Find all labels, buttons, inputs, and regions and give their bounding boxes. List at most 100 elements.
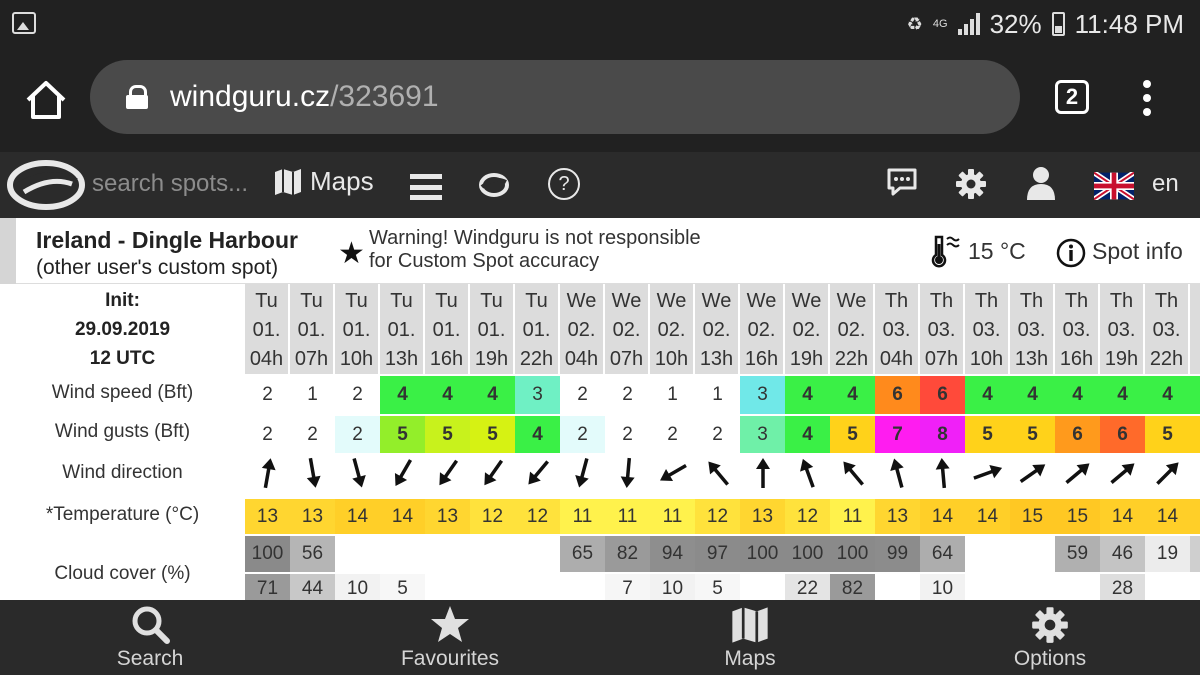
- map-icon: [275, 168, 301, 195]
- cloud-cover-mid-cell: 7: [605, 574, 650, 600]
- wind-speed-cell: 2: [605, 376, 650, 414]
- header-date: 03.: [1152, 319, 1181, 341]
- cloud-cover-high-cell: [335, 536, 380, 572]
- forecast-column-header: Tu 01. 04h: [245, 284, 288, 374]
- cloud-cover-high-cell: 99: [875, 536, 920, 572]
- nav-search[interactable]: Search: [70, 600, 230, 675]
- nav-maps[interactable]: Maps: [670, 600, 830, 675]
- wind-speed-cell: 6: [875, 376, 920, 414]
- forecast-column-header: Tu 01. 16h: [425, 284, 468, 374]
- help-icon[interactable]: ?: [548, 168, 580, 200]
- uk-flag-icon[interactable]: [1094, 172, 1134, 200]
- temperature-cell: 11: [605, 499, 650, 534]
- header-day: Th: [1019, 290, 1044, 312]
- cloud-cover-mid-cell: 10: [920, 574, 965, 600]
- temperature-cell: 14: [380, 499, 425, 534]
- init-label: Init:: [105, 290, 140, 311]
- wind-speed-cell: 4: [470, 376, 515, 414]
- temperature-cell: 14: [965, 499, 1010, 534]
- init-info: Init: 29.09.2019 12 UTC: [0, 286, 245, 373]
- header-date: 02.: [837, 319, 866, 341]
- wind-direction-arrow-icon: [245, 454, 290, 492]
- temperature-cell: 13: [290, 499, 335, 534]
- header-date: 03.: [972, 319, 1001, 341]
- wind-gust-cell: 2: [695, 416, 740, 453]
- custom-spot-warning: Warning! Windguru is not responsible for…: [369, 227, 701, 273]
- tab-switcher-button[interactable]: 2: [1055, 80, 1089, 114]
- favourite-star-icon[interactable]: ★: [338, 236, 365, 271]
- header-day: We: [611, 290, 642, 312]
- wind-gust-cell: 7: [875, 416, 920, 453]
- gallery-notification-icon: [12, 12, 36, 34]
- home-icon[interactable]: [24, 78, 68, 122]
- wind-direction-arrow-icon: [785, 454, 830, 492]
- cloud-cover-high-cell: [380, 536, 425, 572]
- language-code[interactable]: en: [1152, 170, 1179, 198]
- chat-icon[interactable]: [886, 166, 918, 198]
- wind-direction-arrow-icon: [1010, 454, 1055, 492]
- cloud-cover-high-cell: [425, 536, 470, 572]
- maps-link[interactable]: Maps: [274, 166, 374, 197]
- wind-speed-cell: 4: [965, 376, 1010, 414]
- wind-gust-cell: 3: [740, 416, 785, 453]
- nav-favourites[interactable]: Favourites: [370, 600, 530, 675]
- temperature-cell: 13: [875, 499, 920, 534]
- battery-icon: [1051, 12, 1065, 36]
- spot-bar: Ireland - Dingle Harbour (other user's c…: [0, 218, 1200, 284]
- wind-speed-cell: 3: [740, 376, 785, 414]
- cloud-cover-mid-cell: [1010, 574, 1055, 600]
- wind-direction-arrow-icon: [1190, 454, 1200, 492]
- cloud-cover-high-cell: 100: [830, 536, 875, 572]
- wind-gust-cell: [1190, 416, 1200, 453]
- header-date: 01.: [477, 319, 506, 341]
- temperature-cell: 11: [650, 499, 695, 534]
- app-root: ♻ 4G 32% 11:48 PM windguru.cz/323691 2 s…: [0, 0, 1200, 675]
- windguru-logo[interactable]: [6, 158, 86, 212]
- forecast-column-header: Th 03. 07h: [920, 284, 963, 374]
- spot-bar-accent: [0, 218, 16, 284]
- wind-direction-arrow-icon: [920, 454, 965, 492]
- cloud-cover-mid-cell: [1055, 574, 1100, 600]
- forecast-column-header: Tu 01. 10h: [335, 284, 378, 374]
- cloud-cover-mid-cell: 82: [830, 574, 875, 600]
- wind-speed-cell: 2: [245, 376, 290, 414]
- hamburger-menu-icon[interactable]: [410, 174, 442, 200]
- info-icon[interactable]: [1056, 238, 1086, 268]
- settings-gear-icon[interactable]: [955, 168, 987, 200]
- user-account-icon[interactable]: [1026, 166, 1056, 200]
- wind-direction-arrow-icon: [335, 454, 380, 492]
- cloud-cover-mid-cell: 10: [650, 574, 695, 600]
- wind-gust-cell: 6: [1100, 416, 1145, 453]
- search-spots-input[interactable]: search spots...: [92, 170, 248, 198]
- header-day: Tu: [435, 290, 458, 312]
- wind-gust-cell: 5: [830, 416, 875, 453]
- cloud-cover-high-cell: 46: [1100, 536, 1145, 572]
- header-date: 02.: [702, 319, 731, 341]
- header-date: 03.: [882, 319, 911, 341]
- wind-direction-arrow-icon: [965, 454, 1010, 492]
- cloud-cover-high-cell: 100: [740, 536, 785, 572]
- nav-options[interactable]: Options: [970, 600, 1130, 675]
- cloud-cover-mid-cell: [515, 574, 560, 600]
- cloud-cover-mid-cell: [425, 574, 470, 600]
- wind-speed-cell: 1: [650, 376, 695, 414]
- cloud-cover-mid-cell: 44: [290, 574, 335, 600]
- maps-label: Maps: [310, 166, 374, 196]
- map-icon: [732, 607, 768, 643]
- header-hour: 16h: [429, 348, 464, 370]
- forecast-column-header: Th 03. 13h: [1010, 284, 1053, 374]
- forecast-column-header: We 02. 22h: [830, 284, 873, 374]
- spot-info-link[interactable]: Spot info: [1092, 238, 1183, 265]
- temperature-cell: 12: [515, 499, 560, 534]
- forecast-column-header: Tu 01. 07h: [290, 284, 333, 374]
- more-menu-icon[interactable]: [1140, 80, 1154, 116]
- wind-gust-cell: 4: [515, 416, 560, 453]
- windguru-swirl-icon[interactable]: [478, 170, 510, 200]
- wind-speed-cell: 4: [1010, 376, 1055, 414]
- address-bar[interactable]: windguru.cz/323691: [90, 60, 1020, 134]
- header-hour: 22h: [1149, 348, 1184, 370]
- header-date: 02.: [657, 319, 686, 341]
- cloud-cover-high-cell: [965, 536, 1010, 572]
- status-bar: ♻ 4G 32% 11:48 PM: [0, 0, 1200, 48]
- cloud-cover-high-cell: [1010, 536, 1055, 572]
